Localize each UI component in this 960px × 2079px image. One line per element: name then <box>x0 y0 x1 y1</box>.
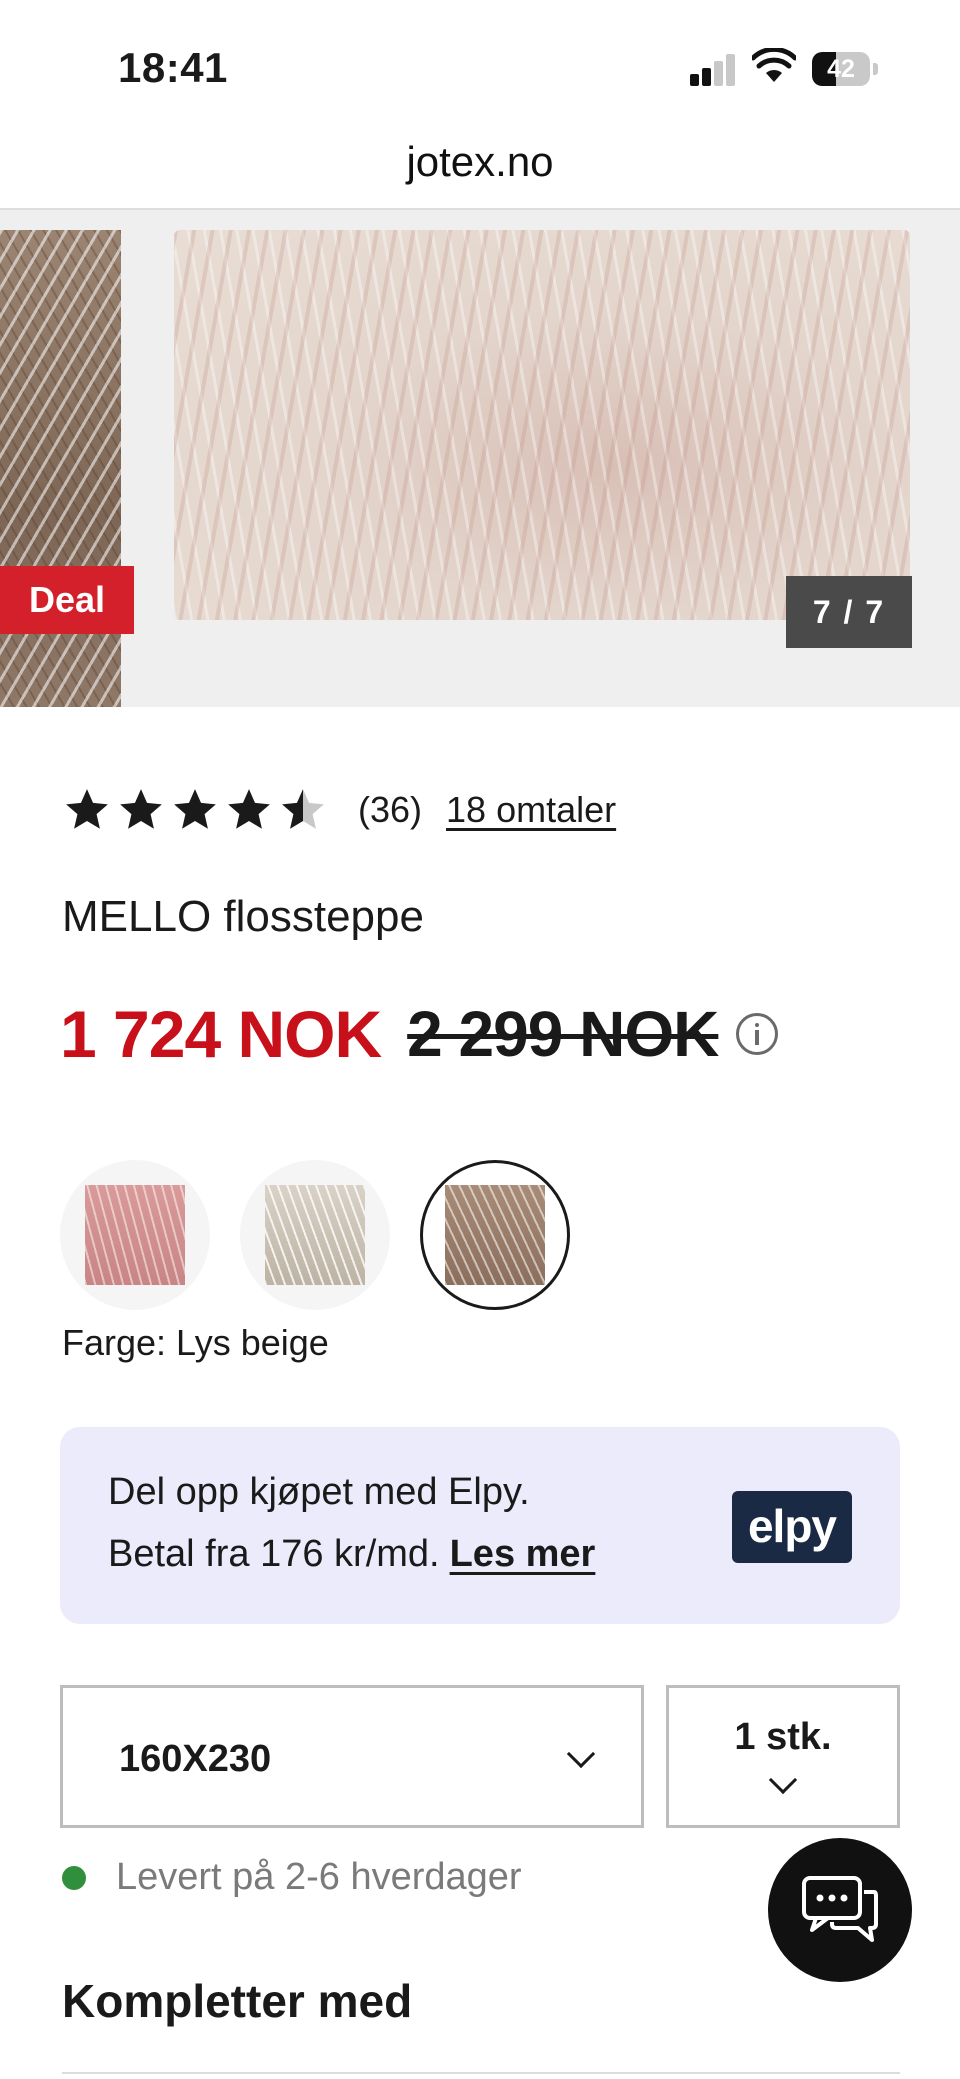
quantity-value: 1 stk. <box>734 1716 832 1758</box>
product-image-gallery[interactable]: Deal 7 / 7 <box>0 210 960 707</box>
complete-with-heading: Kompletter med <box>62 1975 413 2027</box>
chevron-down-icon <box>566 1739 596 1769</box>
elpy-financing-box: Del opp kjøpet med Elpy. Betal fra 176 k… <box>60 1427 900 1624</box>
product-image[interactable] <box>174 230 910 620</box>
previous-product-image[interactable] <box>0 230 121 707</box>
size-select[interactable]: 160X230 <box>60 1685 644 1828</box>
delivery-text: Levert på 2-6 hverdager <box>116 1856 522 1898</box>
status-bar: 18:41 42 <box>0 0 960 110</box>
color-swatches <box>60 1160 600 1310</box>
color-label: Farge: Lys beige <box>62 1322 329 1363</box>
battery-icon: 42 <box>812 52 878 88</box>
chevron-down-icon <box>768 1765 798 1795</box>
delivery-info: Levert på 2-6 hverdager <box>62 1856 522 1899</box>
color-swatch-beige[interactable] <box>420 1160 570 1310</box>
chat-bubble-icon <box>802 1876 878 1942</box>
chat-button[interactable] <box>768 1838 912 1982</box>
quantity-select[interactable]: 1 stk. <box>666 1685 900 1828</box>
battery-level: 42 <box>827 55 855 83</box>
rating-row: (36) 18 omtaler <box>62 780 616 840</box>
sale-price: 1 724 NOK <box>60 997 382 1071</box>
star-full-icon <box>120 789 162 829</box>
star-half-icon <box>282 789 324 829</box>
status-time: 18:41 <box>118 44 228 91</box>
elpy-text-line1: Del opp kjøpet med Elpy. <box>108 1471 530 1513</box>
rating-stars <box>62 785 332 835</box>
star-full-icon <box>228 789 270 829</box>
section-divider <box>62 2072 900 2074</box>
address-bar[interactable]: jotex.no <box>0 110 960 210</box>
elpy-read-more-link[interactable]: Les mer <box>450 1533 596 1575</box>
elpy-logo: elpy <box>732 1491 852 1563</box>
color-swatch-white[interactable] <box>240 1160 390 1310</box>
url-text[interactable]: jotex.no <box>0 138 960 186</box>
image-counter: 7 / 7 <box>786 576 912 648</box>
elpy-monthly-text: Betal fra 176 kr/md. <box>108 1533 440 1575</box>
deal-badge: Deal <box>0 566 134 634</box>
color-swatch-pink[interactable] <box>60 1160 210 1310</box>
size-value: 160X230 <box>119 1738 272 1780</box>
original-price: 2 299 NOK <box>407 998 719 1070</box>
rating-count: (36) <box>358 789 423 830</box>
product-title: MELLO flossteppe <box>62 892 424 941</box>
cellular-signal-icon <box>690 52 738 86</box>
star-full-icon <box>174 789 216 829</box>
price-row: 1 724 NOK 2 299 NOK <box>60 996 779 1072</box>
star-full-icon <box>66 789 108 829</box>
in-stock-dot-icon <box>62 1865 86 1890</box>
elpy-text-line2: Betal fra 176 kr/md. Les mer <box>108 1533 595 1576</box>
reviews-link[interactable]: 18 omtaler <box>446 789 616 831</box>
price-info-icon[interactable] <box>736 1013 779 1055</box>
wifi-icon <box>752 48 796 82</box>
